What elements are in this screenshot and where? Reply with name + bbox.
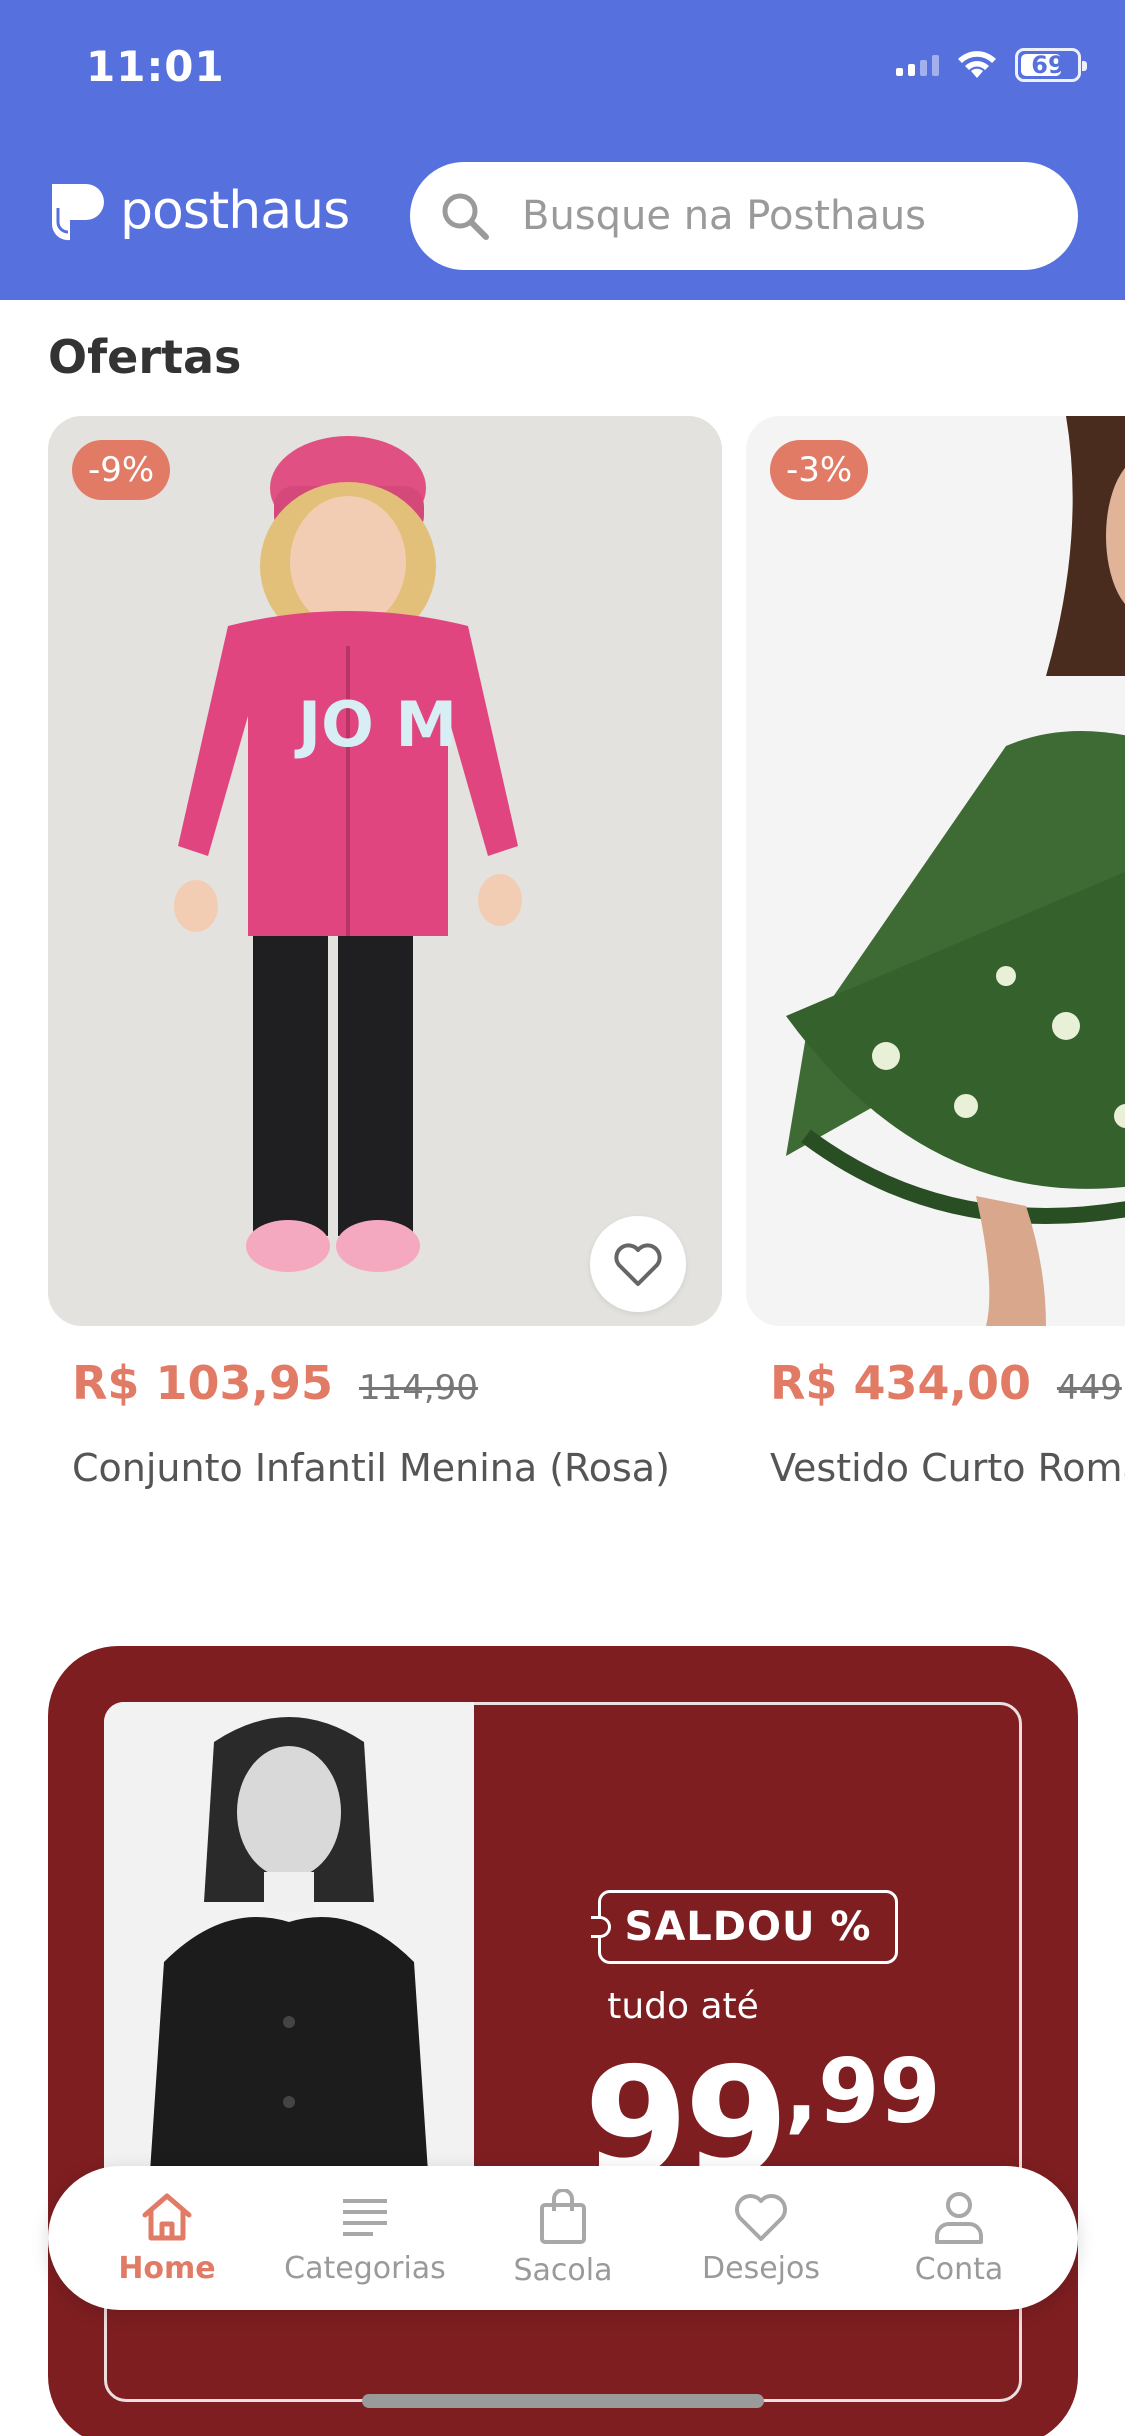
banner-subtitle: tudo até bbox=[607, 1986, 759, 2027]
favorite-button[interactable] bbox=[590, 1216, 686, 1312]
home-indicator bbox=[362, 2394, 764, 2408]
app-header: 11:01 69 posthaus Busque na Posthaus bbox=[0, 0, 1125, 300]
logo-text: posthaus bbox=[120, 181, 350, 241]
price-row: R$ 103,95 114,90 bbox=[72, 1356, 478, 1410]
battery-level: 69 bbox=[1031, 51, 1065, 79]
product-old-price: 114,90 bbox=[358, 1368, 478, 1408]
posthaus-logo[interactable]: posthaus bbox=[48, 178, 350, 244]
sale-tag: SALDOU % bbox=[591, 1890, 898, 1964]
woman-green-dress-photo bbox=[746, 416, 1125, 1326]
product-name[interactable]: Conjunto Infantil Menina (Rosa) bbox=[72, 1446, 670, 1490]
wifi-icon bbox=[958, 51, 996, 78]
list-icon bbox=[343, 2198, 387, 2236]
discount-badge: -9% bbox=[72, 440, 171, 500]
section-title: Ofertas bbox=[48, 330, 242, 384]
tab-desejos[interactable]: Desejos bbox=[666, 2191, 856, 2286]
bag-icon bbox=[540, 2188, 586, 2244]
product-price: R$ 103,95 bbox=[72, 1356, 333, 1410]
heart-icon bbox=[735, 2193, 787, 2241]
tab-categorias[interactable]: Categorias bbox=[270, 2191, 460, 2286]
product-image[interactable]: -3% bbox=[746, 416, 1125, 1326]
price-row: R$ 434,00 449 bbox=[770, 1356, 1122, 1410]
status-icons: 69 bbox=[896, 48, 1087, 82]
tab-label: Desejos bbox=[702, 2250, 820, 2286]
tab-conta[interactable]: Conta bbox=[864, 2190, 1054, 2287]
tab-sacola[interactable]: Sacola bbox=[468, 2188, 658, 2288]
search-input[interactable]: Busque na Posthaus bbox=[410, 162, 1078, 270]
bottom-tab-bar: Home Categorias Sacola Desejos Conta bbox=[48, 2166, 1078, 2310]
product-name[interactable]: Vestido Curto Roma bbox=[770, 1446, 1125, 1490]
home-icon bbox=[142, 2193, 192, 2240]
tab-label: Sacola bbox=[513, 2252, 613, 2288]
search-placeholder: Busque na Posthaus bbox=[522, 193, 927, 239]
logo-mark-icon bbox=[51, 184, 104, 241]
discount-badge: -3% bbox=[770, 440, 869, 500]
product-old-price: 449 bbox=[1056, 1368, 1122, 1408]
product-image[interactable]: JO M -9% bbox=[48, 416, 722, 1326]
girl-pink-jacket-photo: JO M bbox=[48, 416, 722, 1326]
svg-text:JO M: JO M bbox=[294, 688, 457, 761]
product-price: R$ 434,00 bbox=[770, 1356, 1031, 1410]
tab-home[interactable]: Home bbox=[72, 2191, 262, 2286]
heart-icon bbox=[614, 1243, 662, 1286]
search-icon bbox=[442, 193, 489, 240]
product-card[interactable]: JO M -9% R$ 103,95 114,90 Conjunto Infan… bbox=[48, 416, 722, 1490]
tab-label: Conta bbox=[914, 2251, 1004, 2287]
user-icon bbox=[935, 2191, 983, 2244]
promo-banner[interactable]: SALDOU % tudo até 99,99 bbox=[48, 1646, 1078, 2436]
tab-label: Home bbox=[118, 2250, 216, 2286]
tab-label: Categorias bbox=[284, 2250, 446, 2286]
cellular-signal-icon bbox=[896, 54, 939, 76]
battery-icon: 69 bbox=[1015, 48, 1087, 82]
product-card[interactable]: -3% R$ 434,00 449 Vestido Curto Roma bbox=[746, 416, 1125, 1490]
banner-price-cents: ,99 bbox=[784, 2040, 941, 2143]
status-time: 11:01 bbox=[86, 42, 225, 91]
sale-tag-text: SALDOU % bbox=[624, 1904, 872, 1950]
